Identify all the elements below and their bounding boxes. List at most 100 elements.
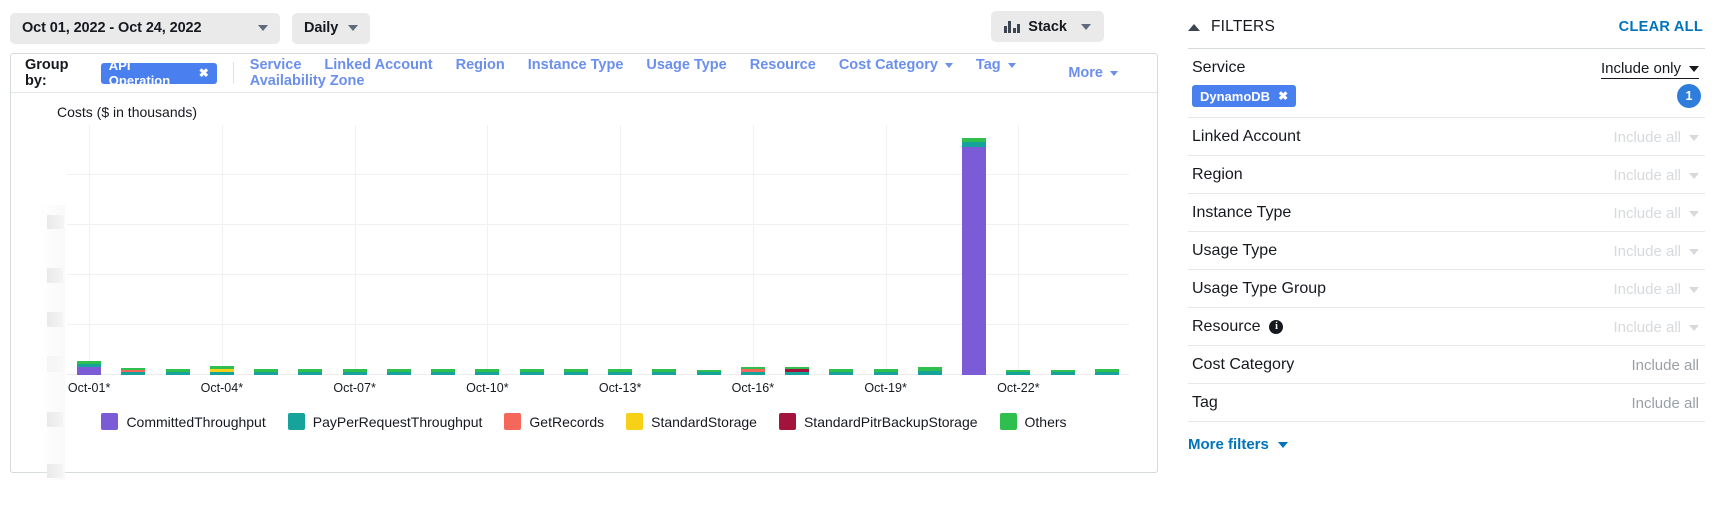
group-by-option-linked-account[interactable]: Linked Account (324, 57, 432, 73)
filter-include-label: Include all (1631, 395, 1699, 412)
filter-name: Resource i (1192, 318, 1284, 336)
legend-item[interactable]: GetRecords (504, 413, 604, 430)
group-by-option-label: Service (249, 57, 302, 73)
chevron-up-icon[interactable] (1188, 23, 1200, 31)
group-by-option-availability-zone[interactable]: Availability Zone (250, 73, 365, 89)
y-axis-tick-redacted (47, 268, 63, 283)
filter-include-selector[interactable]: Include all (1613, 167, 1699, 184)
legend-item[interactable]: StandardPitrBackupStorage (778, 413, 978, 430)
bar-segment (696, 372, 721, 375)
filter-name-label: Region (1192, 166, 1243, 183)
bar-column[interactable] (431, 369, 456, 375)
close-icon[interactable]: ✖ (199, 66, 209, 80)
granularity-value: Daily (304, 20, 339, 36)
bar-column[interactable] (829, 369, 854, 375)
info-icon[interactable]: i (1269, 320, 1284, 334)
bar-column[interactable] (519, 369, 544, 375)
filters-title: FILTERS (1211, 18, 1275, 35)
filter-include-selector[interactable]: Include all (1613, 129, 1699, 146)
filter-value-chip-label: DynamoDB (1200, 88, 1271, 104)
close-icon[interactable]: ✖ (1278, 89, 1288, 103)
bar-segment (121, 372, 146, 375)
filter-include-selector[interactable]: Include all (1613, 205, 1699, 222)
group-by-option-usage-type[interactable]: Usage Type (646, 57, 726, 73)
bar-column[interactable] (342, 369, 367, 375)
group-by-option-cost-category[interactable]: Cost Category (839, 57, 953, 73)
group-by-selected-chip[interactable]: API Operation ✖ (100, 58, 217, 88)
filter-row-region: Region Include all (1188, 156, 1705, 194)
bar-column[interactable] (563, 369, 588, 375)
divider (232, 62, 234, 84)
clear-all-button[interactable]: CLEAR ALL (1619, 19, 1703, 35)
filter-include-selector[interactable]: Include only (1600, 60, 1699, 79)
bar-column[interactable] (298, 369, 323, 375)
bar-segment (608, 372, 633, 375)
x-axis-tick-label: Oct-19* (864, 381, 907, 395)
stack-style-button[interactable]: Stack (990, 11, 1104, 42)
y-axis-tick-redacted (47, 312, 63, 327)
chevron-down-icon (258, 25, 268, 31)
filter-count-badge: 1 (1677, 84, 1701, 108)
legend-label: StandardStorage (651, 413, 757, 430)
group-by-option-resource[interactable]: Resource (750, 57, 816, 73)
filter-include-label: Include all (1613, 281, 1681, 298)
filter-include-selector[interactable]: Include all (1613, 243, 1699, 260)
bar-column[interactable] (652, 369, 677, 375)
bar-column[interactable] (962, 138, 987, 375)
legend-swatch (287, 413, 305, 430)
bar-segment (342, 372, 367, 375)
date-range-picker[interactable]: Oct 01, 2022 - Oct 24, 2022 (10, 12, 280, 44)
legend-item[interactable]: StandardStorage (626, 413, 757, 430)
bar-column[interactable] (740, 367, 765, 375)
filter-include-label: Include only (1600, 60, 1681, 77)
bar-column[interactable] (77, 361, 102, 375)
legend-item[interactable]: CommittedThroughput (101, 413, 266, 430)
bar-column[interactable] (873, 369, 898, 375)
legend-label: GetRecords (529, 413, 605, 430)
legend-swatch (504, 413, 522, 430)
granularity-select[interactable]: Daily (292, 12, 371, 44)
group-by-option-instance-type[interactable]: Instance Type (528, 57, 624, 73)
bar-chart-icon (1003, 20, 1021, 33)
group-by-option-region[interactable]: Region (456, 57, 505, 73)
cost-explorer-page: Oct 01, 2022 - Oct 24, 2022 Daily Stack … (0, 0, 1723, 512)
bar-column[interactable] (209, 366, 234, 375)
bar-column[interactable] (1050, 370, 1075, 375)
group-by-option-label: Instance Type (527, 57, 624, 73)
bar-column[interactable] (785, 367, 810, 375)
bar-column[interactable] (608, 369, 633, 375)
group-by-option-service[interactable]: Service (250, 57, 302, 73)
group-by-more[interactable]: More (1068, 65, 1118, 81)
bar-column[interactable] (121, 368, 146, 375)
filter-include-selector[interactable]: Include all (1613, 319, 1699, 336)
y-axis-tick-redacted (47, 215, 64, 229)
legend-item[interactable]: PayPerRequestThroughput (287, 413, 482, 430)
bar-column[interactable] (696, 370, 721, 375)
bar-column[interactable] (1094, 369, 1119, 375)
bar-column[interactable] (475, 369, 500, 375)
bar-column[interactable] (254, 369, 279, 375)
filter-value-chip[interactable]: DynamoDB ✖ (1192, 85, 1297, 107)
bar-column[interactable] (1006, 370, 1031, 375)
legend-item[interactable]: Others (999, 413, 1067, 430)
x-axis-tick-label: Oct-13* (598, 381, 642, 395)
bar-segment (1050, 372, 1075, 375)
bar-segment (917, 371, 942, 375)
group-by-option-tag[interactable]: Tag (976, 57, 1016, 73)
group-by-more-label: More (1068, 65, 1103, 81)
filter-name-label: Service (1192, 59, 1246, 76)
filter-include-selector[interactable]: Include all (1631, 395, 1699, 412)
filter-include-selector[interactable]: Include all (1613, 281, 1699, 298)
bar-segment (519, 372, 544, 375)
filter-name: Region (1192, 166, 1243, 184)
bar-column[interactable] (386, 369, 411, 375)
more-filters-button[interactable]: More filters (1188, 436, 1288, 453)
date-range-value: Oct 01, 2022 - Oct 24, 2022 (22, 20, 202, 36)
filter-include-selector[interactable]: Include all (1631, 357, 1699, 374)
filter-row-resource: Resource i Include all (1188, 308, 1705, 346)
filters-header-left[interactable]: FILTERS (1188, 18, 1275, 36)
filter-name-label: Cost Category (1192, 356, 1295, 373)
bar-column[interactable] (165, 369, 190, 375)
bar-column[interactable] (917, 367, 942, 375)
group-by-label: Group by: (25, 57, 69, 89)
